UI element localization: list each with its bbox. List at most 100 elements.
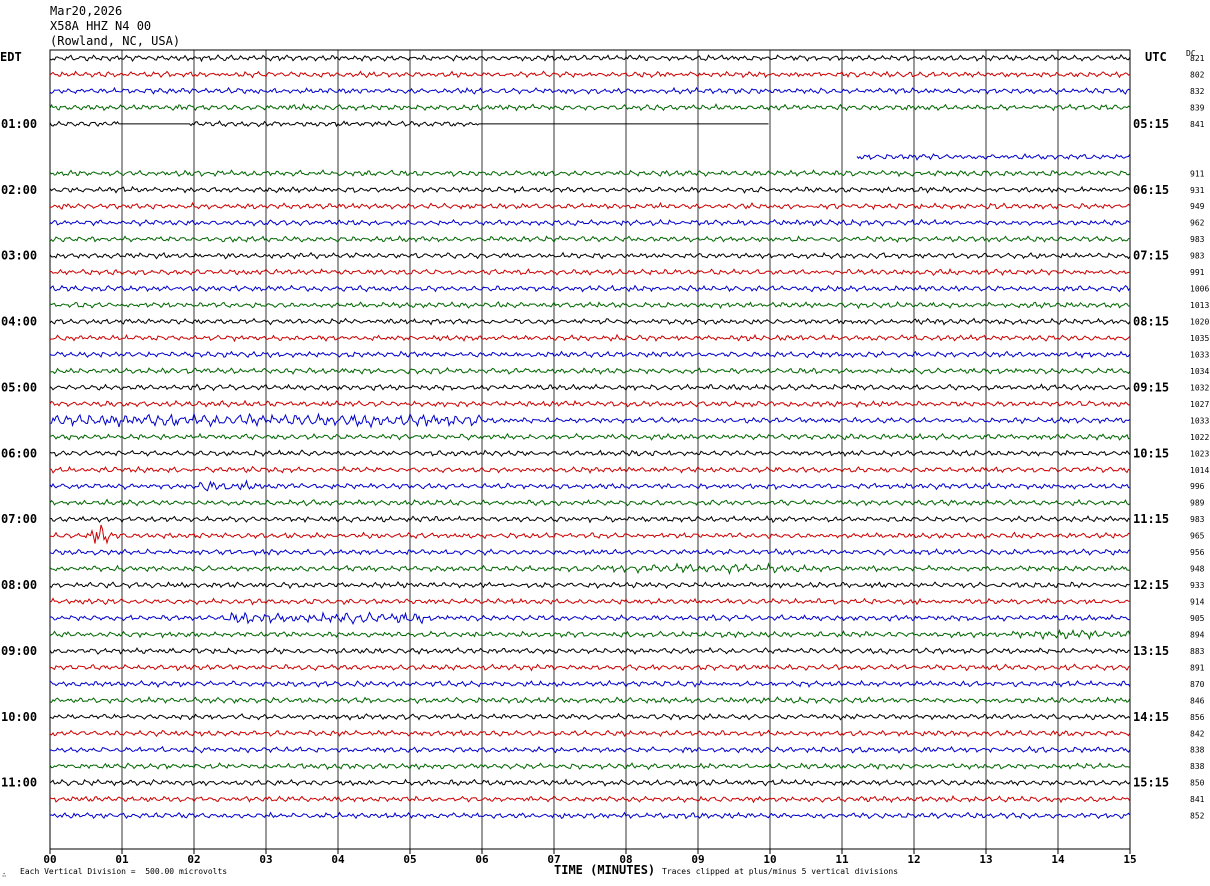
left-hour-label: 04:00 — [1, 315, 37, 329]
trace-line — [49, 628, 1131, 641]
dc-offset-value: 891 — [1190, 663, 1205, 672]
trace-line — [49, 367, 1131, 375]
trace-line — [49, 169, 1131, 178]
dc-offset-value: 821 — [1190, 54, 1205, 63]
trace-line — [49, 235, 1131, 243]
left-hour-label: 03:00 — [1, 249, 37, 263]
trace-line — [49, 778, 1131, 787]
trace-line — [49, 745, 1131, 754]
x-tick-label: 01 — [115, 853, 129, 866]
dc-offset-value: 962 — [1190, 219, 1205, 228]
x-tick-label: 13 — [979, 853, 992, 866]
trace-line — [49, 218, 1131, 227]
trace-line — [49, 201, 1131, 211]
trace-line — [49, 524, 1131, 545]
right-hour-label: 05:15 — [1133, 117, 1169, 131]
scale-note: Each Vertical Division = 500.00 microvol… — [20, 867, 228, 876]
right-hour-label: 10:15 — [1133, 446, 1169, 460]
trace-line — [49, 350, 1131, 359]
trace-line — [856, 153, 1131, 161]
trace-line — [49, 185, 1131, 194]
trace-line — [49, 333, 1131, 343]
dc-offset-value: 1013 — [1190, 301, 1209, 310]
dc-offset-value: 894 — [1190, 630, 1205, 639]
left-hour-label: 10:00 — [1, 710, 37, 724]
right-hour-label: 13:15 — [1133, 644, 1169, 658]
dc-offset-value: 870 — [1190, 680, 1205, 689]
dc-offset-value: 850 — [1190, 779, 1205, 788]
right-hour-label: 07:15 — [1133, 249, 1169, 263]
dc-offset-value: 1034 — [1190, 367, 1209, 376]
trace-line — [49, 597, 1131, 606]
x-tick-label: 04 — [331, 853, 345, 866]
left-hour-label: 09:00 — [1, 644, 37, 658]
dc-offset-value: 1033 — [1190, 416, 1209, 425]
trace-line — [49, 465, 1131, 475]
dc-offset-value: 983 — [1190, 252, 1205, 261]
trace-line — [49, 251, 1131, 260]
dc-offset-value: 1033 — [1190, 350, 1209, 359]
left-hour-label: 01:00 — [1, 117, 37, 131]
trace-line — [49, 412, 1131, 429]
trace-line — [49, 515, 1131, 524]
x-tick-label: 03 — [259, 853, 272, 866]
dc-offset-value: 983 — [1190, 235, 1205, 244]
dc-offset-value: 914 — [1190, 598, 1205, 607]
x-axis-title: TIME (MINUTES) — [554, 863, 656, 877]
dc-offset-value: 949 — [1190, 202, 1205, 211]
trace-line — [49, 679, 1131, 688]
dc-offset-value: 1035 — [1190, 334, 1209, 343]
trace-line — [49, 647, 1131, 655]
trace-line — [49, 794, 1131, 804]
trace-line — [49, 548, 1131, 557]
trace-line — [49, 53, 1131, 63]
dc-offset-value: 841 — [1190, 795, 1205, 804]
x-tick-label: 06 — [475, 853, 489, 866]
dc-offset-value: 965 — [1190, 532, 1205, 541]
dc-offset-value: 846 — [1190, 696, 1205, 705]
trace-line — [49, 86, 1131, 95]
dc-offset-value: 948 — [1190, 565, 1205, 574]
corner-mark: ∴ — [2, 871, 7, 879]
left-hour-label: 07:00 — [1, 512, 37, 526]
x-tick-label: 09 — [691, 853, 704, 866]
trace-line — [49, 432, 1131, 441]
plot-frame — [49, 49, 1131, 850]
dc-offset-value: 832 — [1190, 87, 1205, 96]
dc-offset-value: 911 — [1190, 169, 1205, 178]
trace-line — [49, 317, 1131, 326]
trace-line — [49, 562, 1131, 576]
dc-offset-value: 933 — [1190, 581, 1205, 590]
x-tick-label: 15 — [1123, 853, 1136, 866]
dc-offset-value: 989 — [1190, 499, 1205, 508]
helicorder-plot: 00 01 02 03 04 05 06 07 08 09 10 11 12 13 14 1582180283… — [1, 49, 1209, 866]
x-tick-label: 02 — [187, 853, 200, 866]
trace-line — [49, 498, 1131, 507]
left-hour-label: 05:00 — [1, 380, 37, 394]
right-hour-label: 11:15 — [1133, 512, 1169, 526]
trace-line — [49, 70, 1131, 79]
left-hour-label: 06:00 — [1, 446, 37, 460]
right-hour-label: 08:15 — [1133, 315, 1169, 329]
dc-offset-value: 852 — [1190, 812, 1205, 821]
trace-line — [49, 268, 1131, 277]
dc-offset-value: 983 — [1190, 515, 1205, 524]
trace-line — [49, 399, 1131, 409]
left-hour-label: 02:00 — [1, 183, 37, 197]
trace-line — [49, 103, 1131, 112]
dc-offset-value: 842 — [1190, 729, 1205, 738]
dc-offset-value: 1014 — [1190, 466, 1209, 475]
trace-line — [49, 449, 1131, 458]
dc-offset-value: 991 — [1190, 268, 1205, 277]
right-hour-label: 06:15 — [1133, 183, 1169, 197]
dc-offset-value: 1022 — [1190, 433, 1209, 442]
trace-line — [49, 120, 769, 128]
dc-offset-value: 802 — [1190, 70, 1205, 79]
left-hour-label: 08:00 — [1, 578, 37, 592]
trace-line — [49, 284, 1131, 293]
dc-offset-value: 956 — [1190, 548, 1205, 557]
dc-offset-value: 1006 — [1190, 285, 1209, 294]
dc-offset-value: 841 — [1190, 120, 1205, 129]
right-hour-label: 12:15 — [1133, 578, 1169, 592]
x-tick-label: 00 — [43, 853, 56, 866]
